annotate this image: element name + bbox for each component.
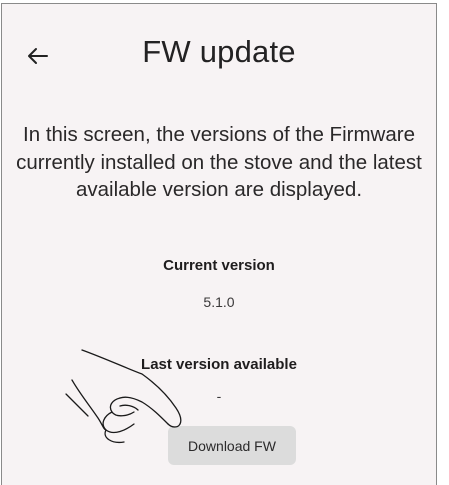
page-title: FW update — [142, 34, 296, 69]
download-fw-button[interactable]: Download FW — [168, 426, 296, 465]
current-version-label: Current version — [163, 257, 275, 274]
fw-update-screen: FW update In this screen, the versions o… — [1, 3, 437, 485]
last-version-value: - — [216, 388, 222, 404]
last-version-label: Last version available — [141, 356, 297, 373]
current-version-value: 5.1.0 — [203, 294, 235, 310]
description-text: In this screen, the versions of the Firm… — [16, 123, 422, 201]
